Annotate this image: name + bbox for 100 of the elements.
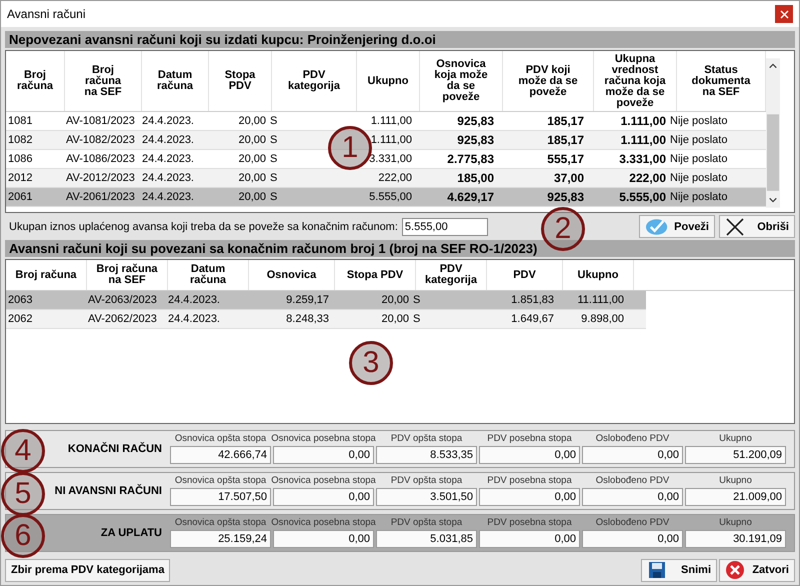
column-header[interactable]: Broj računa na SEF bbox=[87, 260, 168, 290]
field-label: PDV opšta stopa bbox=[390, 433, 462, 444]
amount-field[interactable]: 8.533,35 bbox=[376, 446, 477, 464]
column-header[interactable]: Ukupno bbox=[357, 51, 420, 111]
table-cell-text: 1082 bbox=[7, 134, 34, 146]
amount-field[interactable]: 25.159,24 bbox=[170, 530, 271, 548]
column-header[interactable]: Osnovica bbox=[249, 260, 335, 290]
summary-title: ZA UPLATU bbox=[100, 526, 162, 538]
column-header[interactable]: Stopa PDV bbox=[209, 51, 272, 111]
table-cell-text: 185,17 bbox=[546, 114, 585, 128]
table-cell-text: 20,00 bbox=[380, 294, 410, 306]
field-label: Osnovica posebna stopa bbox=[271, 517, 376, 528]
field-label: Osnovica posebna stopa bbox=[271, 475, 376, 486]
table-cell-text: Nije poslato bbox=[669, 172, 728, 184]
field-label: Ukupno bbox=[719, 475, 752, 486]
table-cell-text: AV-1081/2023 bbox=[65, 115, 136, 127]
column-header[interactable]: Broj računa bbox=[6, 51, 65, 111]
table-cell-text: 1.851,83 bbox=[510, 294, 555, 306]
advance-label: Ukupan iznos uplaćenog avansa koji treba da se poveže sa konačnim računom: bbox=[9, 220, 398, 232]
callout-number: 2 bbox=[541, 207, 585, 251]
table-row[interactable]: 2061 AV-2061/2023 24.4.2023. 20,00 S 5.555,00 4.629,17 925,83 5.555,00 Nije poslato bbox=[6, 188, 766, 207]
column-header[interactable]: Stopa PDV bbox=[335, 260, 416, 290]
table-cell-text: 8.248,33 bbox=[285, 313, 330, 325]
table-cell-text: Nije poslato bbox=[669, 153, 728, 165]
amount-field[interactable]: 0,00 bbox=[273, 446, 374, 464]
table-cell-text: 555,17 bbox=[546, 152, 585, 166]
table-cell-text: S bbox=[269, 191, 278, 203]
table-cell-text: 9.898,00 bbox=[580, 313, 625, 325]
amount-field[interactable]: 0,00 bbox=[582, 488, 683, 506]
table-row[interactable]: 2062 AV-2062/2023 24.4.2023. 8.248,33 20,00 S 1.649,67 9.898,00 bbox=[6, 310, 646, 329]
table-cell-text: 1.111,00 bbox=[370, 115, 413, 127]
column-header[interactable]: PDV bbox=[487, 260, 563, 290]
table-cell-text: Nije poslato bbox=[669, 134, 728, 146]
amount-field[interactable]: 0,00 bbox=[479, 446, 580, 464]
table-cell-text: 185,17 bbox=[546, 133, 585, 147]
column-header[interactable]: Datum računa bbox=[142, 51, 209, 111]
column-header[interactable]: Broj računa bbox=[6, 260, 87, 290]
column-header[interactable]: PDV kategorija bbox=[416, 260, 487, 290]
amount-field[interactable]: 0,00 bbox=[273, 488, 374, 506]
field-label: PDV posebna stopa bbox=[487, 433, 572, 444]
table-cell-text: 1.111,00 bbox=[620, 133, 667, 147]
table-cell-text: Nije poslato bbox=[669, 191, 728, 203]
amount-field[interactable]: 3.501,50 bbox=[376, 488, 477, 506]
action-button[interactable]: Obriši bbox=[719, 215, 795, 238]
field-label: Oslobođeno PDV bbox=[596, 433, 670, 444]
callout-number: 4 bbox=[1, 429, 45, 473]
amount-field[interactable]: 0,00 bbox=[479, 488, 580, 506]
table-cell-text: 2.775,83 bbox=[446, 152, 495, 166]
x-icon bbox=[725, 218, 745, 236]
table-cell-text: 24.4.2023. bbox=[141, 191, 195, 203]
column-header[interactable]: Ukupna vrednost računa koja može da se poveže bbox=[594, 51, 677, 111]
summary-title: KONAČNI RAČUN bbox=[68, 442, 162, 454]
table-cell-text: 37,00 bbox=[552, 171, 585, 185]
field-label: Ukupno bbox=[719, 517, 752, 528]
column-header[interactable]: PDV kategorija bbox=[272, 51, 357, 111]
table-cell-text: AV-2012/2023 bbox=[65, 172, 136, 184]
table-cell-text: 20,00 bbox=[380, 313, 410, 325]
amount-field[interactable]: 17.507,50 bbox=[170, 488, 271, 506]
table-cell-text: 222,00 bbox=[377, 172, 413, 184]
action-button[interactable]: Poveži bbox=[639, 215, 715, 238]
table-cell-text: 24.4.2023. bbox=[141, 115, 195, 127]
column-header[interactable]: PDV koji može da se poveže bbox=[503, 51, 594, 111]
close-icon bbox=[780, 10, 788, 18]
amount-field[interactable]: 21.009,00 bbox=[685, 488, 786, 506]
check-icon bbox=[645, 218, 668, 236]
column-header[interactable]: Ukupno bbox=[563, 260, 634, 290]
column-header[interactable]: Osnovica koja može da se poveže bbox=[420, 51, 503, 111]
amount-field[interactable]: 0,00 bbox=[273, 530, 374, 548]
table-cell-text: S bbox=[269, 153, 278, 165]
table-row[interactable]: 2012 AV-2012/2023 24.4.2023. 20,00 S 222,00 185,00 37,00 222,00 Nije poslato bbox=[6, 169, 766, 188]
amount-field[interactable]: 30.191,09 bbox=[685, 530, 786, 548]
table-cell-text: AV-1082/2023 bbox=[65, 134, 136, 146]
table-cell-text: 4.629,17 bbox=[446, 190, 495, 204]
amount-field[interactable]: 5.031,85 bbox=[376, 530, 477, 548]
callout-number: 5 bbox=[1, 472, 45, 516]
column-header[interactable]: Broj računa na SEF bbox=[65, 51, 142, 111]
close-button[interactable] bbox=[775, 5, 793, 23]
action-button[interactable]: Zatvori bbox=[719, 558, 795, 582]
table-cell-text: 9.259,17 bbox=[285, 294, 330, 306]
amount-field[interactable]: 0,00 bbox=[582, 530, 683, 548]
amount-field[interactable]: 0,00 bbox=[479, 530, 580, 548]
table-cell-text: 20,00 bbox=[237, 153, 267, 165]
amount-field[interactable]: 42.666,74 bbox=[170, 446, 271, 464]
table-cell-text: 24.4.2023. bbox=[141, 134, 195, 146]
summary-button[interactable]: Zbir prema PDV kategorijama bbox=[5, 558, 170, 582]
window-title: Avansni računi bbox=[7, 7, 86, 21]
amount-field[interactable]: 0,00 bbox=[582, 446, 683, 464]
callout-number: 3 bbox=[349, 341, 393, 385]
column-header[interactable]: Datum računa bbox=[168, 260, 249, 290]
action-button[interactable]: Snimi bbox=[641, 558, 717, 582]
field-label: Oslobođeno PDV bbox=[596, 517, 670, 528]
field-label: PDV posebna stopa bbox=[487, 517, 572, 528]
summary-title: NI AVANSNI RAČUNI bbox=[54, 484, 162, 496]
close-icon bbox=[725, 560, 745, 580]
table-cell-text: 1.111,00 bbox=[620, 114, 667, 128]
table-cell-text: 20,00 bbox=[237, 191, 267, 203]
table-row[interactable]: 2063 AV-2063/2023 24.4.2023. 9.259,17 20,00 S 1.851,83 11.111,00 bbox=[6, 291, 646, 310]
amount-field[interactable]: 51.200,09 bbox=[685, 446, 786, 464]
advance-field[interactable]: 5.555,00 bbox=[402, 218, 488, 236]
field-label: Osnovica opšta stopa bbox=[174, 475, 266, 486]
